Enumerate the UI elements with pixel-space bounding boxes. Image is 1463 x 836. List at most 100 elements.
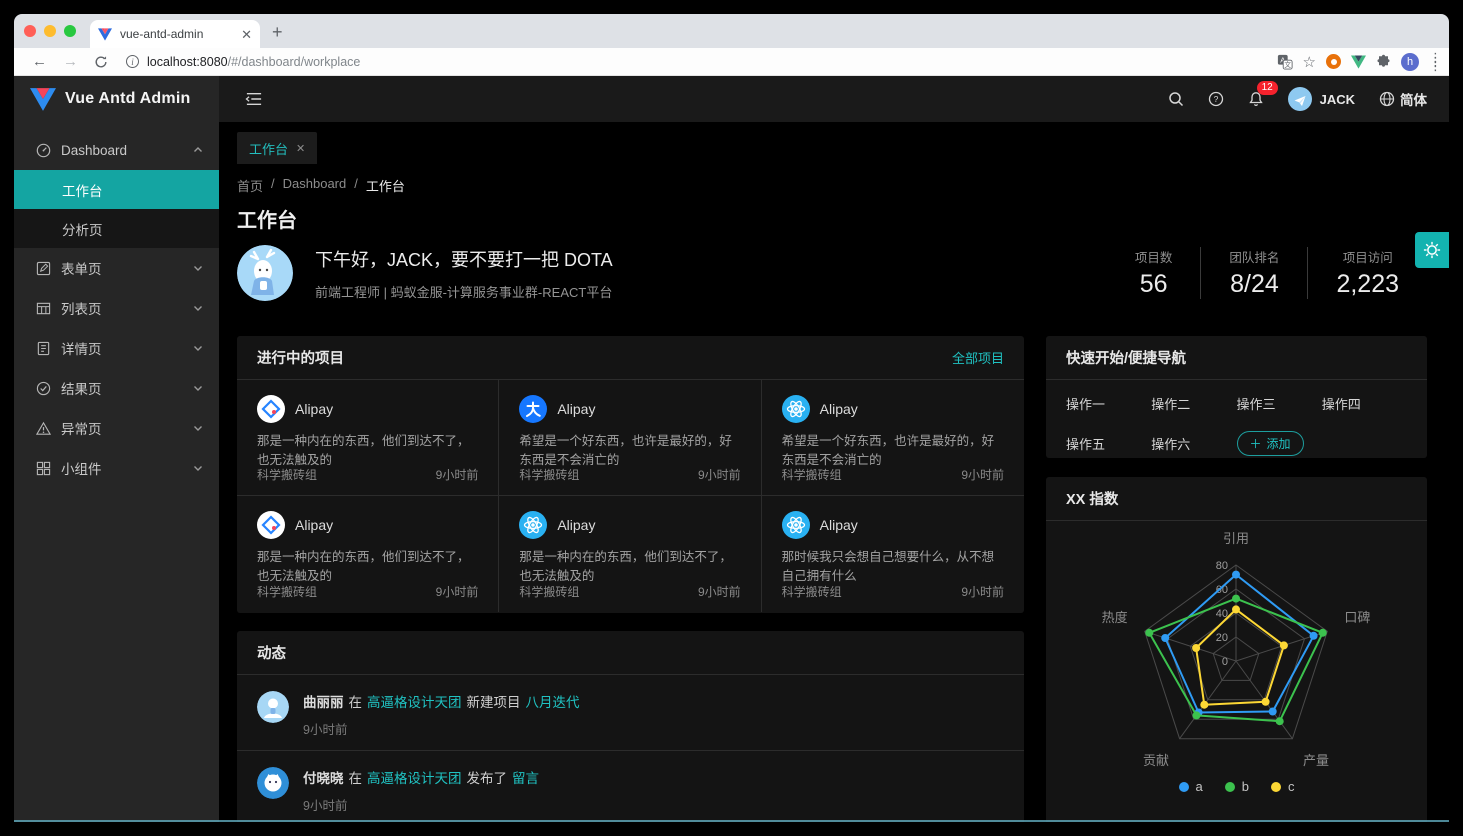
project-desc: 那时候我只会想自己想要什么，从不想自己拥有什么 xyxy=(782,548,1004,583)
extensions-puzzle-icon[interactable] xyxy=(1376,54,1391,69)
project-group[interactable]: 科学搬砖组 xyxy=(782,466,842,483)
brand[interactable]: Vue Antd Admin xyxy=(14,76,219,122)
chevron-up-icon xyxy=(193,145,203,155)
legend-item[interactable]: a xyxy=(1179,779,1203,794)
sidebar-item-dashboard[interactable]: Dashboard xyxy=(14,130,219,170)
page-tab-close-icon[interactable]: ✕ xyxy=(296,142,305,155)
project-card[interactable]: Alipay 那是一种内在的东西，他们到达不了，也无法触及的 科学搬砖组9小时前 xyxy=(237,380,499,496)
legend-label: b xyxy=(1242,779,1249,794)
op-link-5[interactable]: 操作五 xyxy=(1066,434,1151,453)
browser-tab[interactable]: vue-antd-admin ✕ xyxy=(90,20,260,48)
reload-icon[interactable] xyxy=(94,55,108,69)
op-link-6[interactable]: 操作六 xyxy=(1151,434,1236,453)
back-icon[interactable]: ← xyxy=(32,53,47,70)
forward-icon[interactable]: → xyxy=(63,53,78,70)
translate-icon[interactable]: A 文 xyxy=(1277,54,1293,70)
activity-user[interactable]: 曲丽丽 xyxy=(303,695,344,710)
svg-text:文: 文 xyxy=(1284,59,1291,68)
op-link-2[interactable]: 操作二 xyxy=(1151,394,1236,413)
sidebar-item-lists[interactable]: 列表页 xyxy=(14,288,219,328)
svg-text:0: 0 xyxy=(1222,656,1228,668)
breadcrumb-home[interactable]: 首页 xyxy=(237,176,263,195)
address-bar[interactable]: i localhost:8080/#/dashboard/workplace xyxy=(126,53,1277,71)
stat-value: 2,223 xyxy=(1336,270,1399,299)
tab-close-icon[interactable]: ✕ xyxy=(241,28,252,41)
activity-target-link[interactable]: 留言 xyxy=(512,771,539,786)
project-card[interactable]: Alipay 那时候我只会想自己想要什么，从不想自己拥有什么 科学搬砖组9小时前 xyxy=(762,496,1024,612)
svg-text:20: 20 xyxy=(1216,632,1228,644)
appstore-icon xyxy=(36,461,51,476)
breadcrumb: 首页/ Dashboard/ 工作台 xyxy=(237,176,405,195)
extension-orange-icon[interactable] xyxy=(1326,54,1341,69)
sidebar-item-forms[interactable]: 表单页 xyxy=(14,248,219,288)
project-time: 9小时前 xyxy=(436,466,479,483)
activity-group-link[interactable]: 高逼格设计天团 xyxy=(367,771,462,786)
op-link-1[interactable]: 操作一 xyxy=(1066,394,1151,413)
close-window-button[interactable] xyxy=(24,25,36,37)
project-group[interactable]: 科学搬砖组 xyxy=(257,466,317,483)
activity-user[interactable]: 付晓晓 xyxy=(303,771,344,786)
project-card[interactable]: Alipay 希望是一个好东西，也许是最好的，好东西是不会消亡的 科学搬砖组9小… xyxy=(762,380,1024,496)
project-card[interactable]: Alipay 希望是一个好东西，也许是最好的，好东西是不会消亡的 科学搬砖组9小… xyxy=(499,380,761,496)
app-title: Vue Antd Admin xyxy=(65,90,190,108)
activity-action: 新建项目 xyxy=(467,695,521,710)
legend-item[interactable]: b xyxy=(1225,779,1249,794)
sidebar-item-workplace[interactable]: 工作台 xyxy=(14,170,219,209)
svg-text:引用: 引用 xyxy=(1223,531,1249,546)
warning-triangle-icon xyxy=(36,421,51,436)
project-group[interactable]: 科学搬砖组 xyxy=(519,583,579,600)
browser-profile-avatar[interactable]: h xyxy=(1401,53,1419,71)
new-tab-button[interactable]: + xyxy=(260,22,297,48)
legend-item[interactable]: c xyxy=(1271,779,1295,794)
theme-settings-button[interactable] xyxy=(1415,232,1449,268)
site-info-icon[interactable]: i xyxy=(126,55,139,68)
language-label: 简体 xyxy=(1400,89,1427,109)
activity-avatar-quli xyxy=(257,691,289,723)
zoom-window-button[interactable] xyxy=(64,25,76,37)
search-icon[interactable] xyxy=(1168,91,1184,107)
quicknav-grid: 操作一 操作二 操作三 操作四 操作五 操作六 ＋添加 xyxy=(1046,380,1427,470)
project-card[interactable]: Alipay 那是一种内在的东西，他们到达不了，也无法触及的 科学搬砖组9小时前 xyxy=(499,496,761,612)
url-path: /#/dashboard/workplace xyxy=(228,55,361,69)
language-switcher[interactable]: 简体 xyxy=(1379,89,1427,109)
chevron-down-icon xyxy=(193,463,203,473)
sidebar-item-exceptions[interactable]: 异常页 xyxy=(14,408,219,448)
user-menu[interactable]: JACK xyxy=(1288,87,1355,111)
bookmark-star-icon[interactable]: ☆ xyxy=(1303,53,1316,71)
sidebar-item-results[interactable]: 结果页 xyxy=(14,368,219,408)
op-link-4[interactable]: 操作四 xyxy=(1322,394,1407,413)
projects-card: 进行中的项目 全部项目 Alipay 那是一种内在的东西，他们到达不了，也无法 xyxy=(237,336,1024,613)
notifications[interactable]: 12 xyxy=(1248,91,1264,107)
sidebar-item-details[interactable]: 详情页 xyxy=(14,328,219,368)
project-group[interactable]: 科学搬砖组 xyxy=(519,466,579,483)
sidebar-item-widgets[interactable]: 小组件 xyxy=(14,448,219,488)
breadcrumb-dashboard[interactable]: Dashboard xyxy=(283,176,347,195)
project-card[interactable]: Alipay 那是一种内在的东西，他们到达不了，也无法触及的 科学搬砖组9小时前 xyxy=(237,496,499,612)
vue-devtools-icon[interactable] xyxy=(1351,55,1366,69)
activity-prep: 在 xyxy=(349,771,363,786)
add-button[interactable]: ＋添加 xyxy=(1237,431,1304,456)
sidebar-item-label: 结果页 xyxy=(61,378,183,398)
project-group[interactable]: 科学搬砖组 xyxy=(257,583,317,600)
help-icon[interactable]: ? xyxy=(1208,91,1224,107)
browser-window: vue-antd-admin ✕ + ← → i localhost:8080/… xyxy=(14,14,1449,822)
check-circle-icon xyxy=(36,381,51,396)
menu-fold-icon[interactable] xyxy=(245,91,263,107)
page-tab-workplace[interactable]: 工作台 ✕ xyxy=(237,132,317,164)
minimize-window-button[interactable] xyxy=(44,25,56,37)
window-controls xyxy=(14,14,90,48)
activity-target-link[interactable]: 八月迭代 xyxy=(526,695,580,710)
project-name: Alipay xyxy=(557,401,595,417)
legend-label: a xyxy=(1196,779,1203,794)
activity-group-link[interactable]: 高逼格设计天团 xyxy=(367,695,462,710)
username: JACK xyxy=(1320,92,1355,107)
plus-icon: ＋ xyxy=(1250,435,1262,452)
op-link-3[interactable]: 操作三 xyxy=(1237,394,1322,413)
browser-menu-icon[interactable]: ⋮⋮⋮ xyxy=(1429,56,1439,68)
activities-card-header: 动态 xyxy=(237,631,1024,675)
project-desc: 希望是一个好东西，也许是最好的，好东西是不会消亡的 xyxy=(519,432,740,466)
project-group[interactable]: 科学搬砖组 xyxy=(782,583,842,600)
sidebar-item-label: 表单页 xyxy=(61,258,183,278)
all-projects-link[interactable]: 全部项目 xyxy=(952,348,1004,367)
sidebar-item-analysis[interactable]: 分析页 xyxy=(14,209,219,248)
